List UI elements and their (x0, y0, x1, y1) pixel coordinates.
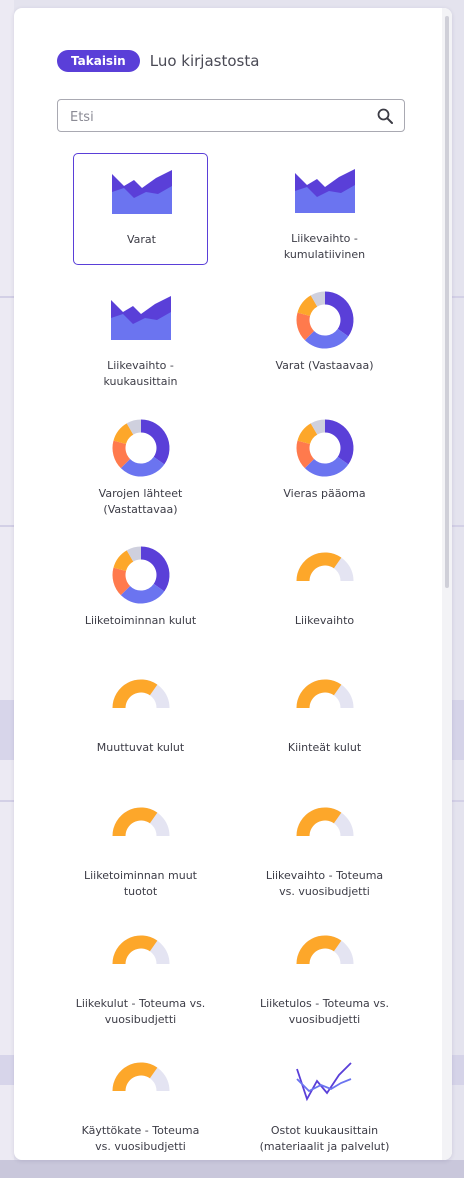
background-strip (0, 0, 14, 1178)
library-item-label: Varojen lähteet (Vastattavaa) (98, 487, 183, 516)
library-item[interactable]: Varat (Vastaavaa) (257, 280, 392, 392)
donut-chart-icon (296, 419, 354, 477)
library-item[interactable]: Liiketoiminnan muut tuotot (73, 790, 208, 902)
library-item[interactable]: Kiinteät kulut (257, 662, 392, 774)
search-input[interactable] (68, 107, 362, 127)
library-panel: Takaisin Luo kirjastosta Varat Liikevaih… (14, 8, 452, 1160)
library-item[interactable]: Ostot kuukausittain (materiaalit ja palv… (257, 1045, 392, 1157)
scrollbar[interactable] (442, 8, 452, 1160)
gauge-chart-icon (112, 935, 170, 965)
panel-title: Luo kirjastosta (149, 52, 260, 70)
library-item-label: Varat (Vastaavaa) (275, 359, 374, 372)
gauge-chart-icon (112, 807, 170, 837)
gauge-chart-icon (112, 679, 170, 709)
area-chart-icon (112, 170, 172, 214)
library-item-label: Liiketulos - Toteuma vs. vuosibudjetti (259, 997, 390, 1026)
library-item[interactable]: Liikekulut - Toteuma vs. vuosibudjetti (73, 918, 208, 1030)
gauge-chart-icon (296, 552, 354, 582)
library-item[interactable]: Käyttökate - Toteuma vs. vuosibudjetti (73, 1045, 208, 1157)
gauge-chart-icon (296, 935, 354, 965)
library-item-label: Vieras pääoma (283, 487, 366, 500)
library-item-label: Kiinteät kulut (287, 741, 362, 754)
library-item-label: Liikekulut - Toteuma vs. vuosibudjetti (75, 997, 206, 1026)
library-item[interactable]: Liiketoiminnan kulut (73, 535, 208, 647)
gauge-chart-icon (112, 1062, 170, 1092)
library-item[interactable]: Liikevaihto (257, 535, 392, 647)
library-item[interactable]: Varojen lähteet (Vastattavaa) (73, 408, 208, 520)
area-chart-icon (295, 169, 355, 213)
line-chart-icon (296, 1062, 352, 1102)
gauge-chart-icon (296, 679, 354, 709)
library-item-label: Käyttökate - Toteuma vs. vuosibudjetti (81, 1124, 200, 1153)
background-footer (0, 1160, 464, 1178)
library-item[interactable]: Liikevaihto - kumulatiivinen (257, 153, 392, 265)
library-item[interactable]: Liikevaihto - Toteuma vs. vuosibudjetti (257, 790, 392, 902)
library-item-label: Ostot kuukausittain (materiaalit ja palv… (259, 1124, 390, 1153)
library-item-label: Liikevaihto (294, 614, 355, 627)
scrollbar-thumb[interactable] (445, 16, 449, 588)
search-icon[interactable] (377, 108, 393, 124)
gauge-chart-icon (296, 807, 354, 837)
library-item-label: Liikevaihto - kuukausittain (103, 359, 178, 388)
library-item-label: Varat (127, 233, 156, 246)
back-button[interactable]: Takaisin (57, 50, 140, 72)
donut-chart-icon (296, 291, 354, 349)
donut-chart-icon (112, 419, 170, 477)
donut-chart-icon (112, 546, 170, 604)
panel-header: Takaisin Luo kirjastosta (57, 50, 259, 72)
search-box (57, 99, 405, 132)
library-item[interactable]: Liikevaihto - kuukausittain (73, 280, 208, 392)
library-item-label: Liikevaihto - Toteuma vs. vuosibudjetti (265, 869, 384, 898)
library-item-label: Liiketoiminnan kulut (84, 614, 197, 627)
library-item[interactable]: Vieras pääoma (257, 408, 392, 520)
library-item-label: Liiketoiminnan muut tuotot (84, 869, 197, 898)
library-item[interactable]: Liiketulos - Toteuma vs. vuosibudjetti (257, 918, 392, 1030)
library-item[interactable]: Varat (73, 153, 208, 265)
area-chart-icon (111, 296, 171, 340)
library-item-label: Liikevaihto - kumulatiivinen (283, 232, 366, 261)
library-item-label: Muuttuvat kulut (96, 741, 185, 754)
library-item[interactable]: Muuttuvat kulut (73, 662, 208, 774)
